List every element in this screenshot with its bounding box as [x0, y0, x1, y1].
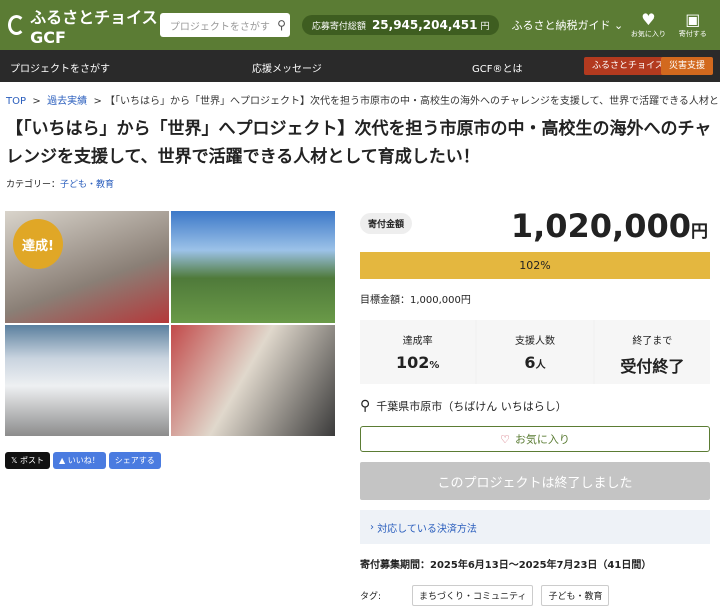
nav-about[interactable]: GCF®とは [472, 60, 522, 75]
tag-education[interactable]: 子ども・教育 [541, 585, 610, 606]
share-buttons: 𝕏 ポスト ▲ いいね！ シェアする [5, 452, 161, 469]
breadcrumb-current: 【「いちはら」から「世界」へプロジェクト】次代を担う市原市の中・高校生の海外への… [105, 96, 720, 107]
nav-find[interactable]: プロジェクトをさがす [10, 60, 110, 75]
search-icon[interactable]: ⚲ [277, 18, 286, 32]
site-logo[interactable]: ふるさとチョイスGCF [8, 4, 160, 47]
heart-icon: ♥ [641, 10, 656, 29]
goal-amount: 目標金額：1,000,000円 [360, 295, 471, 306]
project-ended-button: このプロジェクトは終了しました [360, 462, 710, 500]
donation-label: 寄付金額 [360, 213, 413, 234]
stat-supporters: 支援人数 6人 [477, 320, 593, 384]
stat-end: 終了まで 受付終了 [594, 320, 710, 384]
donate-button[interactable]: ▣ 寄付する [674, 11, 712, 39]
breadcrumb-top[interactable]: TOP [6, 96, 26, 107]
favorites-button[interactable]: ♥ お気に入り [629, 11, 667, 39]
photo-landscape[interactable] [171, 211, 335, 323]
category-link[interactable]: 子ども・教育 [60, 180, 114, 190]
heart-outline-icon: ♡ [500, 432, 510, 446]
donation-panel: 寄付金額 1,020,000円 102% 目標金額：1,000,000円 達成率… [360, 207, 710, 606]
search-input[interactable]: プロジェクトをさがす ⚲ [159, 13, 290, 37]
header: ふるさとチョイスGCF プロジェクトをさがす ⚲ 応募寄付総額 25,945,204… [0, 0, 720, 50]
x-post-button[interactable]: 𝕏 ポスト [5, 452, 50, 469]
donation-amount: 1,020,000円 [510, 207, 708, 245]
disaster-button[interactable]: 災害支援 [661, 57, 714, 75]
chevron-right-icon: › [370, 521, 378, 533]
share-button[interactable]: シェアする [108, 452, 161, 469]
tags: タグ: まちづくり・コミュニティ 子ども・教育 [360, 585, 710, 606]
category: カテゴリー：子ども・教育 [6, 180, 115, 190]
map-pin-icon: ⚲ [360, 398, 371, 414]
progress-bar: 102% [360, 252, 710, 279]
photo-classroom[interactable]: 達成! [5, 211, 169, 323]
payment-methods-toggle[interactable]: › 対応している決済方法 [360, 510, 710, 544]
chevron-down-icon: ⌄ [613, 19, 624, 32]
choice-button[interactable]: ふるさとチョイス [584, 57, 672, 75]
gift-icon: ▣ [685, 10, 701, 29]
x-icon: 𝕏 [11, 456, 18, 465]
main-nav: プロジェクトをさがす 応援メッセージ GCF®とは ふるさとチョイス 災害支援 [0, 50, 720, 82]
logo-icon [8, 15, 26, 35]
photo-students[interactable] [171, 324, 335, 436]
tag-community[interactable]: まちづくり・コミュニティ [412, 585, 534, 606]
breadcrumb: TOP > 過去実績 > 【「いちはら」から「世界」へプロジェクト】次代を担う市… [0, 82, 720, 107]
stat-rate: 達成率 102% [360, 320, 476, 384]
favorite-button[interactable]: ♡ お気に入り [360, 426, 710, 452]
breadcrumb-past[interactable]: 過去実績 [47, 96, 87, 107]
total-donations: 応募寄付総額 25,945,204,451 円 [301, 15, 500, 35]
page-title: 【「いちはら」から「世界」へプロジェクト】次代を担う市原市の中・高校生の海外への… [6, 119, 712, 167]
like-button[interactable]: ▲ いいね！ [53, 452, 106, 469]
nav-support[interactable]: 応援メッセージ [252, 60, 322, 75]
project-photos: 達成! [5, 211, 335, 436]
guide-menu[interactable]: ふるさと納税ガイド ⌄ [511, 17, 623, 33]
location: ⚲ 千葉県市原市（ちばけん いちはらし） [360, 398, 567, 414]
stats: 達成率 102% 支援人数 6人 終了まで 受付終了 [360, 320, 710, 384]
thumbs-up-icon: ▲ [59, 456, 66, 465]
donation-period: 寄付募集期間：2025年6月13日〜2025年7月23日（41日間） [360, 560, 652, 571]
achieved-badge: 達成! [13, 219, 63, 269]
photo-building[interactable] [5, 324, 169, 436]
